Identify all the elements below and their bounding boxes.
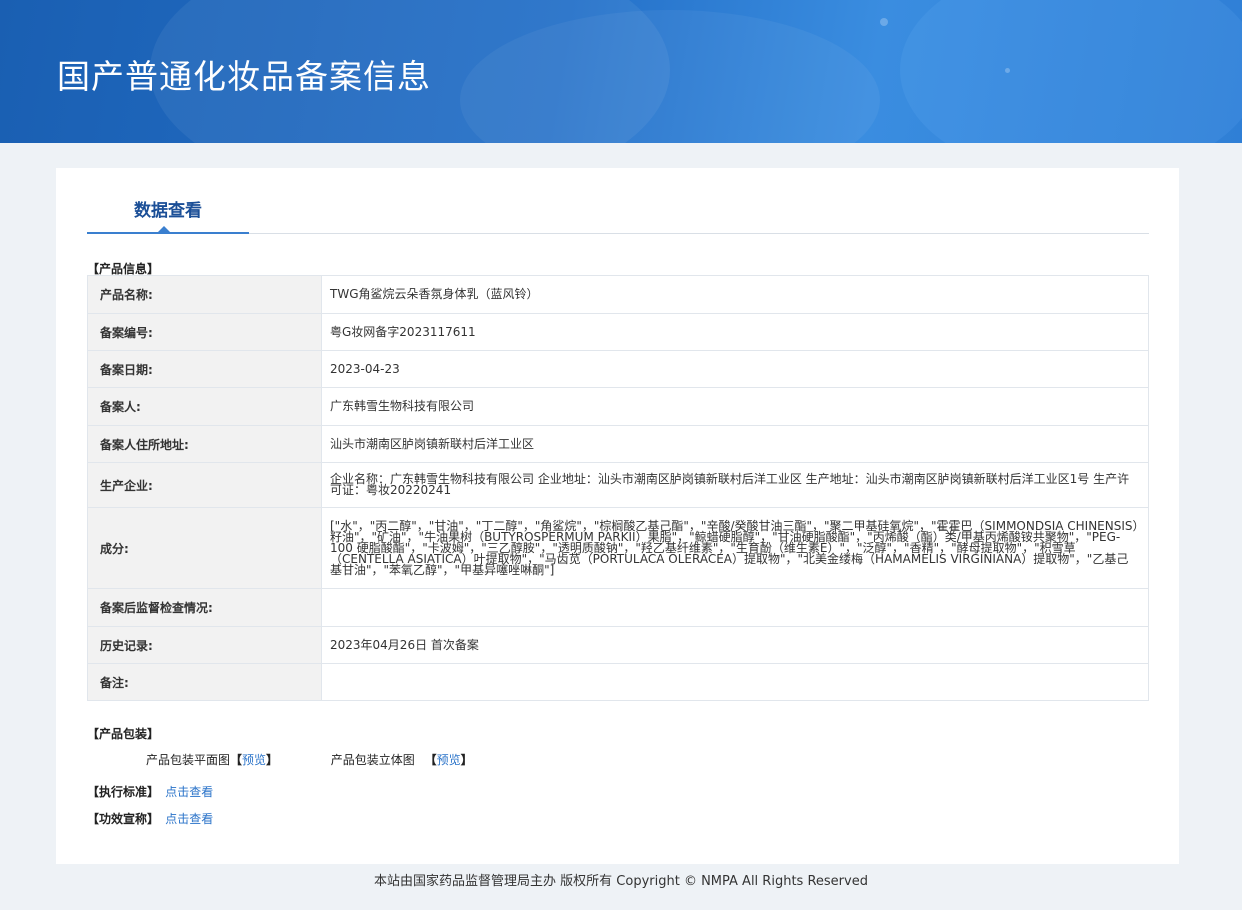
product-info-table: 产品名称: TWG角鲨烷云朵香氛身体乳（蓝风铃） 备案编号: 粤G妆网备字202311… bbox=[87, 275, 1149, 701]
info-row-label: 备案后监督检查情况: bbox=[87, 588, 322, 627]
info-row: 备案人住所地址: 汕头市潮南区胪岗镇新联村后洋工业区 bbox=[87, 425, 1149, 463]
standard-view-link[interactable]: 点击查看 bbox=[165, 785, 213, 799]
info-row: 备注: bbox=[87, 663, 1149, 701]
banner-decoration bbox=[900, 0, 1242, 143]
packaging-links-row: 产品包装平面图【预览】 产品包装立体图 【预览】 bbox=[146, 751, 473, 768]
info-row-value: 企业名称：广东韩雪生物科技有限公司 企业地址：汕头市潮南区胪岗镇新联村后洋工业区… bbox=[321, 462, 1149, 508]
info-row-label: 生产企业: bbox=[87, 462, 322, 508]
tab-data-view[interactable]: 数据查看 bbox=[87, 194, 249, 234]
flat-package-label: 产品包装平面图 bbox=[146, 753, 231, 767]
tab-active-indicator bbox=[158, 226, 170, 232]
info-row-label: 备案人: bbox=[87, 387, 322, 426]
info-row: 备案日期: 2023-04-23 bbox=[87, 350, 1149, 388]
info-row-value: ["水"，"丙二醇"，"甘油"，"丁二醇"，"角鲨烷"，"棕榈酸乙基己酯"，"辛… bbox=[321, 507, 1149, 589]
tab-label: 数据查看 bbox=[134, 201, 202, 221]
info-row-value bbox=[321, 663, 1149, 701]
info-row-label: 备注: bbox=[87, 663, 322, 701]
efficacy-row: 【功效宣称】 点击查看 bbox=[87, 810, 213, 827]
tab-bar: 数据查看 bbox=[87, 194, 1149, 234]
info-row-label: 成分: bbox=[87, 507, 322, 589]
efficacy-label: 【功效宣称】 bbox=[87, 812, 160, 826]
info-row-value: 2023年04月26日 首次备案 bbox=[321, 626, 1149, 664]
info-row: 成分: ["水"，"丙二醇"，"甘油"，"丁二醇"，"角鲨烷"，"棕榈酸乙基己酯"… bbox=[87, 507, 1149, 589]
info-row-value: 2023-04-23 bbox=[321, 350, 1149, 388]
info-row-value bbox=[321, 588, 1149, 627]
header-banner: 国产普通化妆品备案信息 bbox=[0, 0, 1242, 143]
banner-decoration bbox=[880, 18, 888, 26]
efficacy-view-link[interactable]: 点击查看 bbox=[165, 812, 213, 826]
info-row: 产品名称: TWG角鲨烷云朵香氛身体乳（蓝风铃） bbox=[87, 275, 1149, 314]
info-row-label: 备案日期: bbox=[87, 350, 322, 388]
solid-package-label: 产品包装立体图 bbox=[330, 753, 415, 767]
info-row: 生产企业: 企业名称：广东韩雪生物科技有限公司 企业地址：汕头市潮南区胪岗镇新联村… bbox=[87, 462, 1149, 508]
info-row-label: 备案人住所地址: bbox=[87, 425, 322, 463]
info-row-label: 备案编号: bbox=[87, 313, 322, 351]
packaging-section-title: 【产品包装】 bbox=[87, 727, 160, 741]
info-row-label: 产品名称: bbox=[87, 275, 322, 314]
info-row: 备案后监督检查情况: bbox=[87, 588, 1149, 627]
banner-decoration bbox=[1005, 68, 1010, 73]
footer-copyright: 本站由国家药品监督管理局主办 版权所有 Copyright © NMPA All… bbox=[374, 874, 868, 889]
flat-package-preview-link[interactable]: 预览 bbox=[242, 751, 266, 768]
info-row-value: 汕头市潮南区胪岗镇新联村后洋工业区 bbox=[321, 425, 1149, 463]
info-row: 备案人: 广东韩雪生物科技有限公司 bbox=[87, 387, 1149, 426]
standard-label: 【执行标准】 bbox=[87, 785, 160, 799]
info-row: 备案编号: 粤G妆网备字2023117611 bbox=[87, 313, 1149, 351]
info-row-value: 广东韩雪生物科技有限公司 bbox=[321, 387, 1149, 426]
info-row-value: TWG角鲨烷云朵香氛身体乳（蓝风铃） bbox=[321, 275, 1149, 314]
info-row: 历史记录: 2023年04月26日 首次备案 bbox=[87, 626, 1149, 664]
info-row-label: 历史记录: bbox=[87, 626, 322, 664]
solid-package-preview-link[interactable]: 预览 bbox=[437, 751, 461, 768]
content-card: 数据查看 【产品信息】 产品名称: TWG角鲨烷云朵香氛身体乳（蓝风铃） 备案编号:… bbox=[56, 168, 1179, 864]
info-row-value: 粤G妆网备字2023117611 bbox=[321, 313, 1149, 351]
standard-row: 【执行标准】 点击查看 bbox=[87, 783, 213, 800]
page-title: 国产普通化妆品备案信息 bbox=[57, 57, 431, 96]
